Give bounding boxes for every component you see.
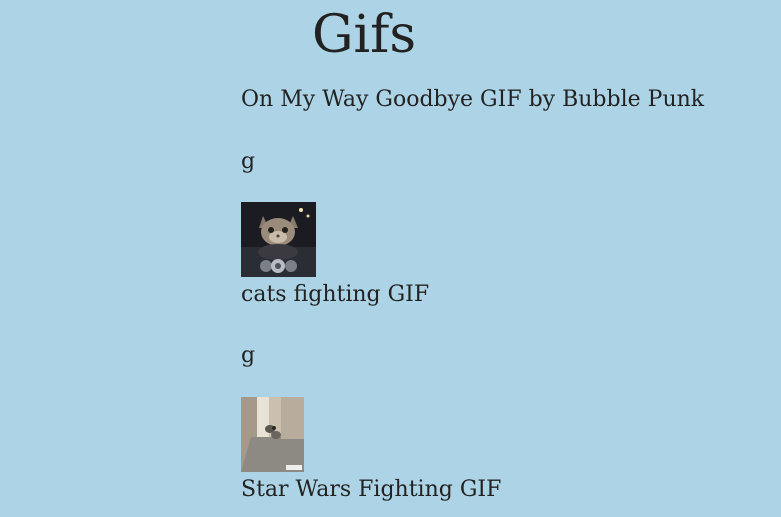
gif-rating: g bbox=[241, 149, 256, 174]
gif-rating: g bbox=[241, 343, 256, 368]
kitten-motorcycle-image bbox=[241, 202, 316, 277]
gif-thumbnail-cat-hallway[interactable] bbox=[241, 397, 304, 472]
gif-item: Star Wars Fighting GIF bbox=[241, 476, 501, 504]
gif-item: On My Way Goodbye GIF by Bubble Punk bbox=[241, 86, 704, 114]
gif-thumbnail-kitten-motorcycle[interactable] bbox=[241, 202, 316, 277]
cat-hallway-image bbox=[241, 397, 304, 472]
gif-rating-block: g bbox=[241, 148, 255, 176]
gif-rating-block: g bbox=[241, 342, 255, 370]
gif-item: cats fighting GIF bbox=[241, 281, 429, 309]
gif-title: On My Way Goodbye GIF by Bubble Punk bbox=[241, 87, 705, 112]
page-title: Gifs bbox=[312, 5, 417, 65]
gif-title: Star Wars Fighting GIF bbox=[241, 477, 502, 502]
gif-title: cats fighting GIF bbox=[241, 282, 430, 307]
